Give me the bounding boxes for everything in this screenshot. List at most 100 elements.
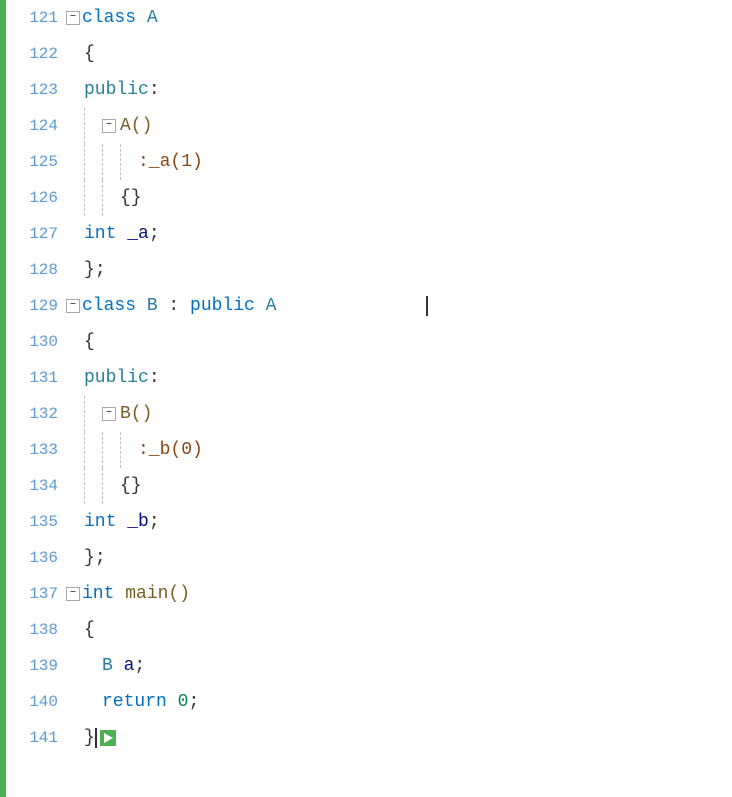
text-cursor bbox=[95, 728, 97, 748]
indent-guide bbox=[66, 540, 84, 576]
indent-guide bbox=[66, 684, 84, 720]
line-number: 124 bbox=[6, 108, 58, 144]
code-line: B a; bbox=[66, 648, 732, 684]
indent-guide bbox=[120, 432, 138, 468]
code-line: −class B : public A bbox=[66, 288, 732, 324]
indent-guide bbox=[84, 684, 102, 720]
line-number: 140 bbox=[6, 684, 58, 720]
code-token: class bbox=[82, 288, 147, 324]
indent-guide bbox=[102, 468, 120, 504]
line-number: 134 bbox=[6, 468, 58, 504]
code-token: B bbox=[147, 288, 169, 324]
code-token: {} bbox=[120, 468, 142, 504]
collapse-button[interactable]: − bbox=[66, 299, 80, 313]
code-token: return bbox=[102, 684, 178, 720]
code-line: int _b; bbox=[66, 504, 732, 540]
code-token: } bbox=[84, 252, 95, 288]
line-number: 125 bbox=[6, 144, 58, 180]
code-line: −class A bbox=[66, 0, 732, 36]
code-token: } bbox=[84, 720, 95, 756]
code-line: :_b(0) bbox=[66, 432, 732, 468]
code-line: { bbox=[66, 36, 732, 72]
code-token: ; bbox=[95, 540, 106, 576]
indent-guide bbox=[66, 360, 84, 396]
code-line: } bbox=[66, 720, 732, 756]
line-number: 136 bbox=[6, 540, 58, 576]
line-number: 139 bbox=[6, 648, 58, 684]
code-token: ; bbox=[95, 252, 106, 288]
code-line: −B() bbox=[66, 396, 732, 432]
line-number: 123 bbox=[6, 72, 58, 108]
indent-guide bbox=[84, 180, 102, 216]
code-token: ; bbox=[149, 216, 160, 252]
line-number: 127 bbox=[6, 216, 58, 252]
code-token: ; bbox=[188, 684, 199, 720]
code-token: ; bbox=[134, 648, 145, 684]
line-number: 141 bbox=[6, 720, 58, 756]
code-token: : bbox=[168, 288, 190, 324]
line-number: 126 bbox=[6, 180, 58, 216]
indent-guide bbox=[84, 468, 102, 504]
indent-guide bbox=[84, 432, 102, 468]
code-token: : bbox=[149, 360, 160, 396]
code-token: A bbox=[266, 288, 277, 324]
indent-guide bbox=[66, 36, 84, 72]
code-token: main() bbox=[125, 576, 190, 612]
line-number: 129 bbox=[6, 288, 58, 324]
collapse-button[interactable]: − bbox=[102, 407, 116, 421]
indent-guide bbox=[102, 180, 120, 216]
indent-guide bbox=[66, 108, 84, 144]
line-number: 137 bbox=[6, 576, 58, 612]
code-line: }; bbox=[66, 540, 732, 576]
code-token: :_b(0) bbox=[138, 432, 203, 468]
code-line: {} bbox=[66, 180, 732, 216]
code-token: _b bbox=[127, 504, 149, 540]
indent-guide bbox=[120, 144, 138, 180]
code-line: }; bbox=[66, 252, 732, 288]
code-token: a bbox=[124, 648, 135, 684]
code-token: A() bbox=[120, 108, 152, 144]
indent-guide bbox=[66, 72, 84, 108]
code-line: return 0; bbox=[66, 684, 732, 720]
code-token: ; bbox=[149, 504, 160, 540]
collapse-button[interactable]: − bbox=[66, 587, 80, 601]
indent-guide bbox=[66, 252, 84, 288]
indent-guide bbox=[66, 144, 84, 180]
code-token: _a bbox=[127, 216, 149, 252]
indent-guide bbox=[66, 612, 84, 648]
code-line: public: bbox=[66, 360, 732, 396]
indent-guide bbox=[84, 396, 102, 432]
collapse-button[interactable]: − bbox=[66, 11, 80, 25]
line-numbers: 1211221231241251261271281291301311321331… bbox=[6, 0, 66, 797]
code-token: 0 bbox=[178, 684, 189, 720]
text-cursor bbox=[426, 296, 428, 316]
code-token: :_a(1) bbox=[138, 144, 203, 180]
code-line: int _a; bbox=[66, 216, 732, 252]
code-line: −int main() bbox=[66, 576, 732, 612]
code-token: { bbox=[84, 36, 95, 72]
indent-guide bbox=[66, 180, 84, 216]
code-area[interactable]: −class A{public:−A():_a(1){}int _a;};−cl… bbox=[66, 0, 732, 797]
indent-guide bbox=[66, 720, 84, 756]
code-line: public: bbox=[66, 72, 732, 108]
code-token: class bbox=[82, 0, 147, 36]
editor-container: 1211221231241251261271281291301311321331… bbox=[0, 0, 732, 797]
play-button[interactable] bbox=[100, 730, 116, 746]
indent-guide bbox=[84, 108, 102, 144]
line-number: 122 bbox=[6, 36, 58, 72]
indent-guide bbox=[66, 216, 84, 252]
indent-guide bbox=[84, 648, 102, 684]
code-token: { bbox=[84, 324, 95, 360]
indent-guide bbox=[102, 144, 120, 180]
indent-guide bbox=[66, 432, 84, 468]
line-number: 133 bbox=[6, 432, 58, 468]
code-line: −A() bbox=[66, 108, 732, 144]
line-number: 131 bbox=[6, 360, 58, 396]
collapse-button[interactable]: − bbox=[102, 119, 116, 133]
code-token: A bbox=[147, 0, 158, 36]
line-number: 135 bbox=[6, 504, 58, 540]
code-line: { bbox=[66, 324, 732, 360]
code-token: } bbox=[84, 540, 95, 576]
code-token: { bbox=[84, 612, 95, 648]
code-line: :_a(1) bbox=[66, 144, 732, 180]
